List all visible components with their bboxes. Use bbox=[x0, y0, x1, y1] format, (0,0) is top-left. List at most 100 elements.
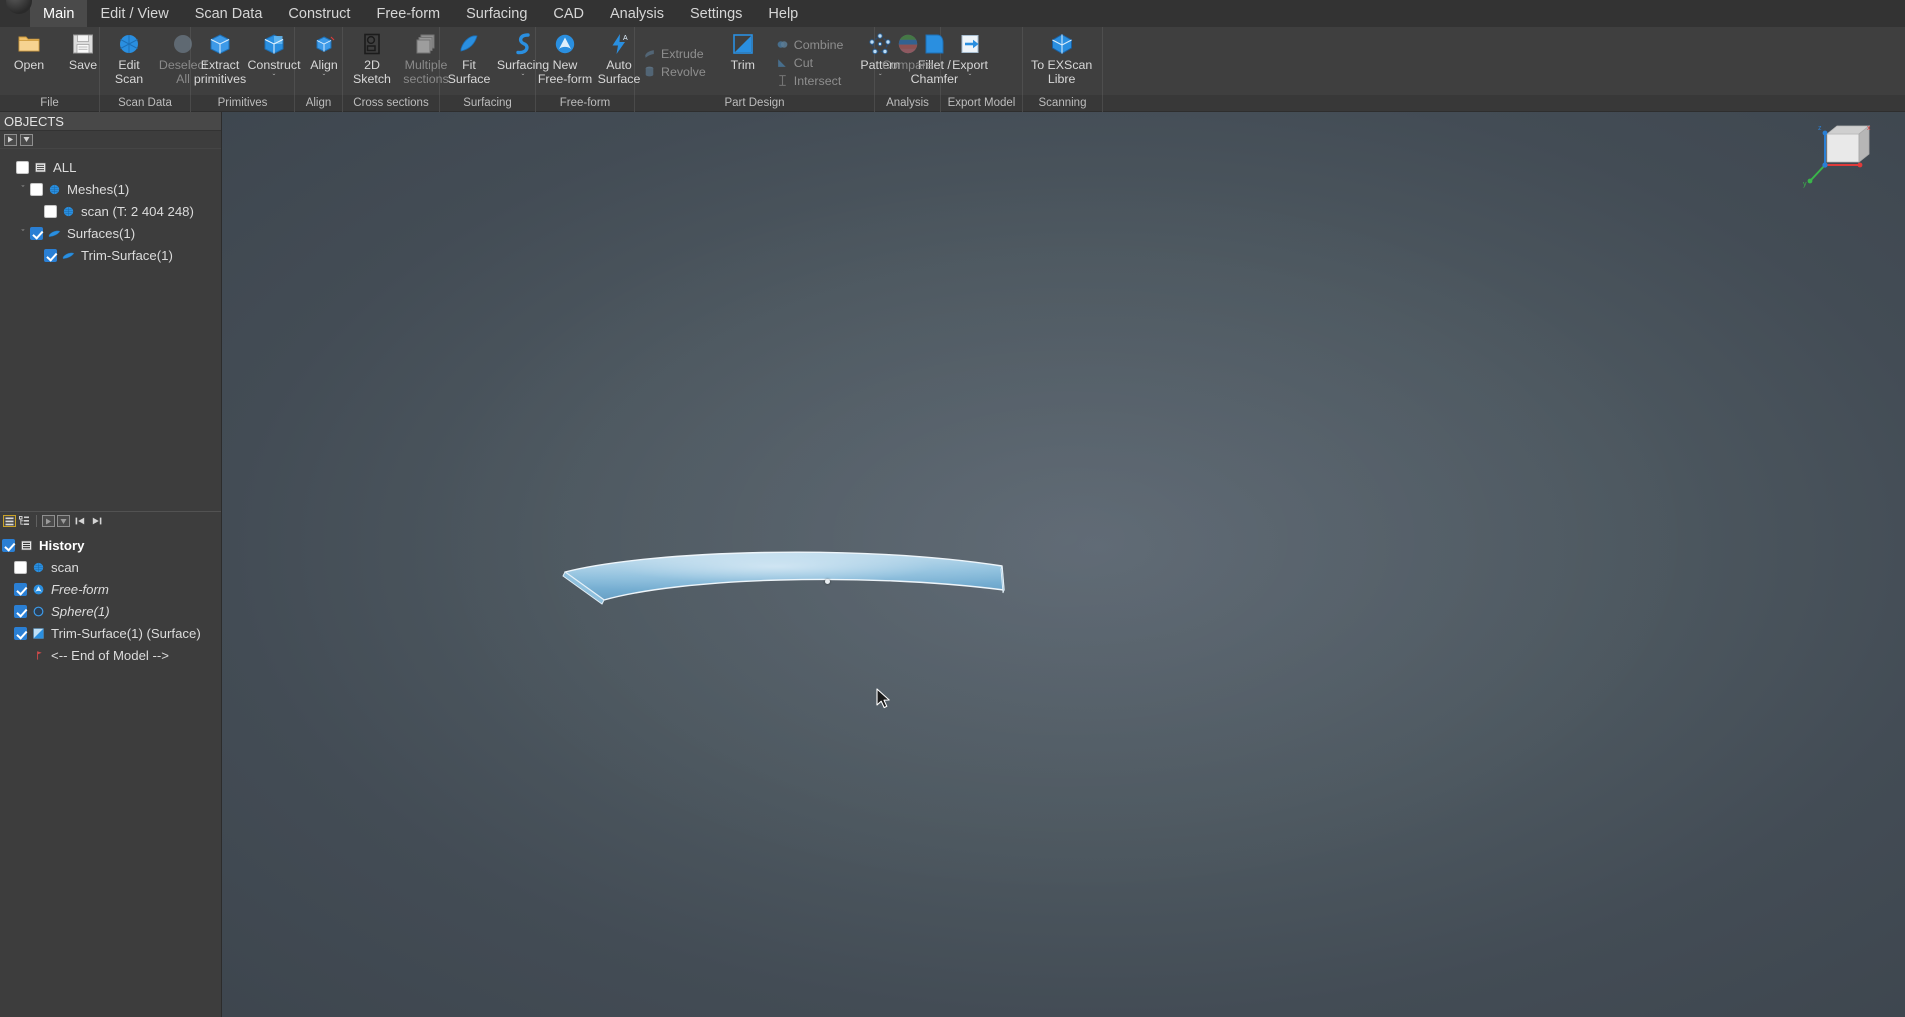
history-tree-item[interactable]: Free-form bbox=[0, 578, 221, 600]
ribbon-button-open[interactable]: Open bbox=[2, 27, 56, 95]
surface-center-point bbox=[825, 579, 830, 584]
ribbon-button-construct[interactable]: Constructˇ bbox=[247, 27, 301, 95]
history-tree-item-label: <-- End of Model --> bbox=[51, 648, 169, 663]
objects-tree-item[interactable]: scan (T: 2 404 248) bbox=[0, 200, 221, 222]
ribbon-button-edit[interactable]: EditScan bbox=[102, 27, 156, 95]
visibility-checkbox[interactable] bbox=[14, 627, 27, 640]
menu-item-surfacing[interactable]: Surfacing bbox=[453, 0, 540, 27]
menu-item-free-form[interactable]: Free-form bbox=[363, 0, 453, 27]
history-tree-item[interactable]: <-- End of Model --> bbox=[0, 644, 221, 666]
ribbon-group-caption: Surfacing bbox=[440, 95, 536, 112]
history-tree-item[interactable]: Sphere(1) bbox=[0, 600, 221, 622]
visibility-checkbox[interactable] bbox=[44, 205, 57, 218]
visibility-checkbox[interactable] bbox=[44, 249, 57, 262]
ribbon-group-caption: Primitives bbox=[191, 95, 295, 112]
history-tree-item[interactable]: scan bbox=[0, 556, 221, 578]
chevron-down-icon[interactable]: ˇ bbox=[16, 228, 30, 238]
objects-tree-item[interactable]: ALL bbox=[0, 156, 221, 178]
menu-bar: MainEdit / ViewScan DataConstructFree-fo… bbox=[0, 0, 1905, 27]
ribbon-toolbar: OpenSaveEditScanDeselectAllExtractprimit… bbox=[0, 27, 1905, 95]
ribbon-group-caption: Scanning bbox=[1023, 95, 1103, 112]
ribbon-button-extrude: Extrude bbox=[641, 45, 712, 63]
trim-surface-icon bbox=[31, 627, 46, 640]
menu-item-edit-view[interactable]: Edit / View bbox=[87, 0, 181, 27]
ribbon-button-cut: Cut bbox=[774, 54, 850, 72]
menu-item-analysis[interactable]: Analysis bbox=[597, 0, 677, 27]
multiple-sections-icon bbox=[414, 31, 438, 57]
visibility-checkbox[interactable] bbox=[30, 227, 43, 240]
ribbon-button-to-exscan[interactable]: To EXScanLibre bbox=[1025, 27, 1098, 95]
menu-item-scan-data[interactable]: Scan Data bbox=[182, 0, 276, 27]
menu-item-settings[interactable]: Settings bbox=[677, 0, 755, 27]
visibility-checkbox[interactable] bbox=[14, 561, 27, 574]
objects-tree-item[interactable]: ˇMeshes(1) bbox=[0, 178, 221, 200]
ribbon-group-surfacing: FitSurfaceSurfacingˇ bbox=[440, 27, 536, 95]
ribbon-group-part-design: ExtrudeRevolveTrimCombineCutIntersectPat… bbox=[635, 27, 875, 95]
ribbon-button-auto[interactable]: AAutoSurface bbox=[592, 27, 646, 95]
history-tree-item[interactable]: History bbox=[0, 534, 221, 556]
intersect-icon bbox=[776, 74, 789, 87]
ribbon-button-label: Combine bbox=[794, 38, 844, 52]
objects-tree-item[interactable]: Trim-Surface(1) bbox=[0, 244, 221, 266]
surface-icon bbox=[47, 227, 62, 240]
ribbon-group-analysis: Compare bbox=[875, 27, 941, 95]
left-panel: OBJECTS ALLˇMeshes(1)scan (T: 2 404 248)… bbox=[0, 112, 222, 1017]
chevron-down-icon[interactable]: ˇ bbox=[969, 74, 972, 81]
history-tree-item-label: Sphere(1) bbox=[51, 604, 110, 619]
3d-viewport[interactable]: x y z bbox=[222, 112, 1905, 1017]
save-floppy-icon bbox=[71, 31, 95, 57]
step-forward-icon[interactable] bbox=[42, 515, 55, 527]
ribbon-button-label: Align bbox=[310, 59, 338, 73]
mesh-sphere-icon bbox=[47, 183, 62, 196]
chevron-down-icon[interactable]: ˇ bbox=[16, 184, 30, 194]
align-icon bbox=[312, 31, 336, 57]
viewport-lighting-overlay bbox=[222, 112, 1905, 1017]
rewind-to-start-icon[interactable] bbox=[72, 515, 87, 527]
expand-all-icon[interactable] bbox=[4, 134, 17, 146]
ribbon-button-label: Fit bbox=[462, 59, 476, 73]
trim-surface-model[interactable] bbox=[562, 544, 1022, 624]
ribbon-button-label: Multiple bbox=[405, 59, 448, 73]
visibility-checkbox[interactable] bbox=[14, 583, 27, 596]
app-menu-orb-icon[interactable] bbox=[0, 0, 30, 27]
ribbon-button-sublabel: All bbox=[176, 73, 190, 87]
ribbon-button-sublabel: Libre bbox=[1048, 73, 1076, 87]
ribbon-button-fit[interactable]: FitSurface bbox=[442, 27, 496, 95]
mouse-cursor bbox=[876, 688, 892, 710]
chevron-down-icon[interactable]: ˇ bbox=[323, 74, 326, 81]
ribbon-button-extract[interactable]: Extractprimitives bbox=[193, 27, 247, 95]
history-tree-item[interactable]: Trim-Surface(1) (Surface) bbox=[0, 622, 221, 644]
step-down-icon[interactable] bbox=[57, 515, 70, 527]
tree-view-icon[interactable] bbox=[18, 515, 31, 527]
chevron-down-icon[interactable]: ˇ bbox=[273, 74, 276, 81]
menu-item-main[interactable]: Main bbox=[30, 0, 87, 27]
visibility-checkbox[interactable] bbox=[30, 183, 43, 196]
history-tree: HistoryscanFree-form Sphere(1) Trim-Surfac… bbox=[0, 530, 221, 666]
visibility-checkbox[interactable] bbox=[16, 161, 29, 174]
ribbon-button-sublabel: Surface bbox=[448, 73, 491, 87]
collapse-all-icon[interactable] bbox=[20, 134, 33, 146]
fast-forward-to-end-icon[interactable] bbox=[89, 515, 104, 527]
menu-item-help[interactable]: Help bbox=[755, 0, 811, 27]
visibility-checkbox[interactable] bbox=[14, 605, 27, 618]
ribbon-button-new[interactable]: NewFree-form bbox=[538, 27, 592, 95]
ribbon-group-align: Alignˇ bbox=[295, 27, 343, 95]
ribbon-button-trim[interactable]: Trim bbox=[716, 27, 770, 95]
list-view-icon[interactable] bbox=[3, 515, 16, 527]
view-cube-gizmo[interactable]: x y z bbox=[1789, 120, 1875, 194]
svg-text:y: y bbox=[1803, 181, 1807, 188]
ribbon-group-free-form: NewFree-formAAutoSurface bbox=[536, 27, 635, 95]
visibility-checkbox[interactable] bbox=[2, 539, 15, 552]
chevron-down-icon[interactable]: ˇ bbox=[522, 74, 525, 81]
menu-item-construct[interactable]: Construct bbox=[275, 0, 363, 27]
ribbon-button-label: Compare bbox=[882, 59, 933, 73]
menu-item-cad[interactable]: CAD bbox=[540, 0, 597, 27]
ribbon-button-export[interactable]: Exportˇ bbox=[943, 27, 997, 95]
ribbon-button-sublabel: Surface bbox=[598, 73, 641, 87]
ribbon-button-align[interactable]: Alignˇ bbox=[297, 27, 351, 95]
objects-panel-toolbar bbox=[0, 131, 221, 149]
objects-tree-item[interactable]: ˇSurfaces(1) bbox=[0, 222, 221, 244]
ribbon-button-2d[interactable]: 2DSketch bbox=[345, 27, 399, 95]
new-freeform-icon bbox=[553, 31, 577, 57]
ribbon-button-label: Export bbox=[952, 59, 988, 73]
